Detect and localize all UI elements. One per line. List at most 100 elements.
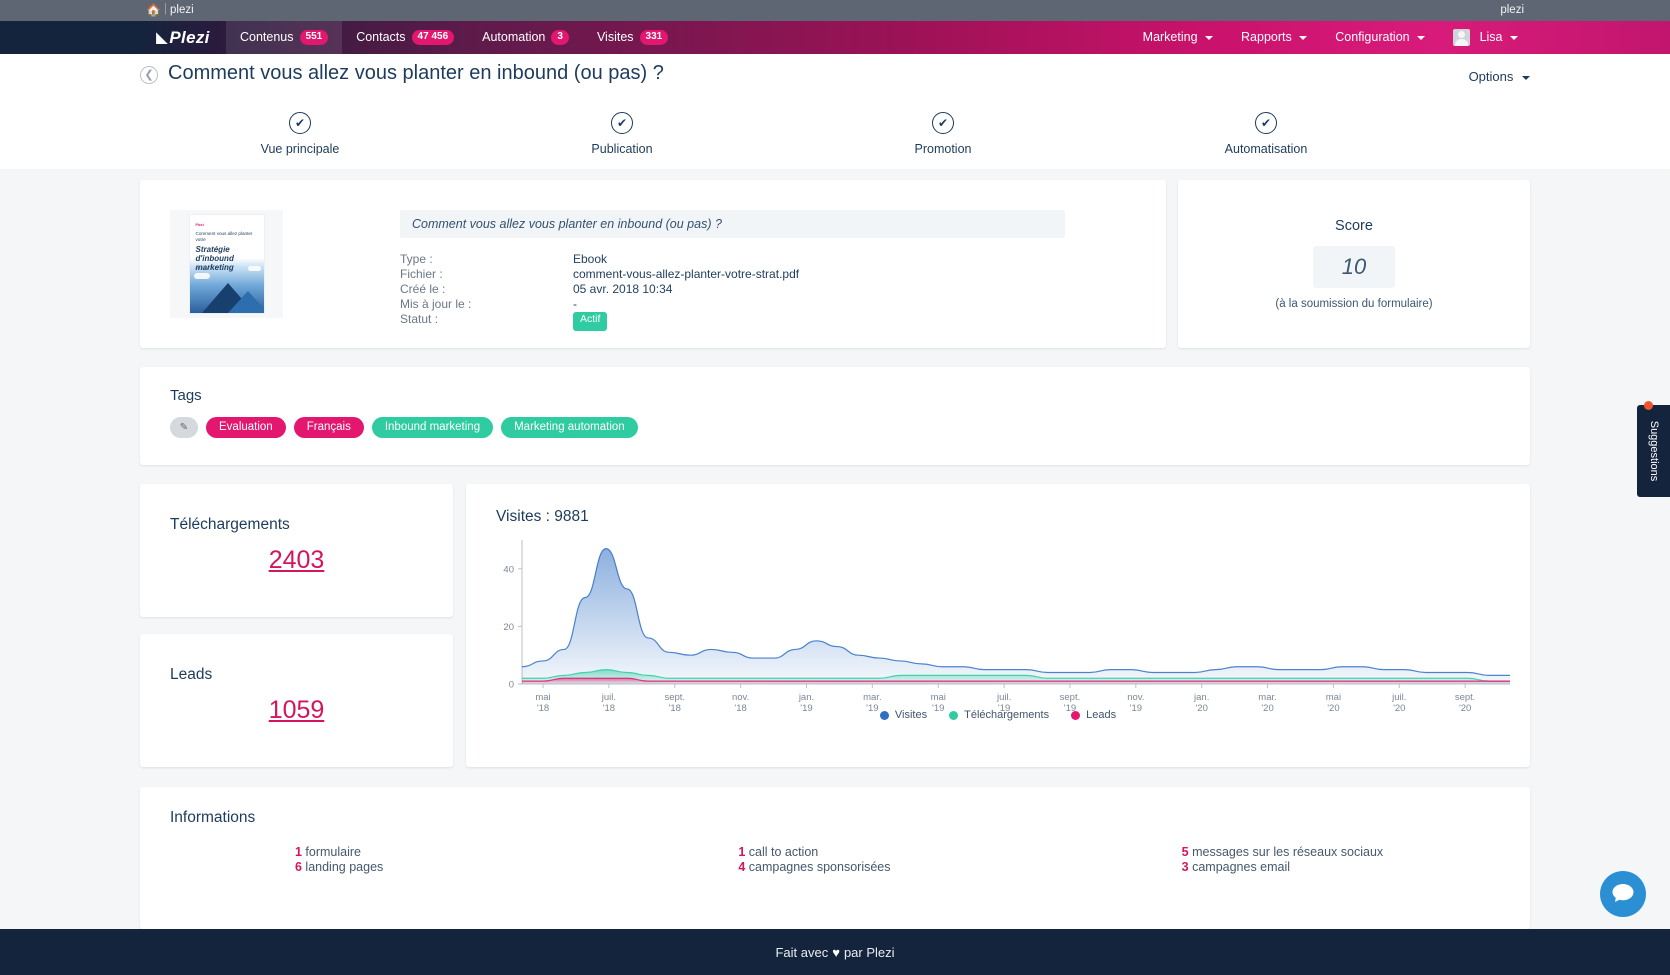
svg-text:sept.: sept. [1060, 692, 1081, 703]
nav-badge-contacts: 47 456 [411, 30, 455, 45]
chat-icon [1612, 884, 1634, 902]
suggestions-tab[interactable]: Suggestions [1637, 401, 1670, 497]
page-header: ❮ Comment vous allez vous planter en inb… [0, 54, 1670, 100]
nav-item-contacts[interactable]: Contacts 47 456 [342, 21, 468, 54]
score-title: Score [1335, 218, 1373, 234]
step-automatisation[interactable]: ✔ Automatisation [1166, 112, 1366, 156]
tags-card: Tags ✎ Evaluation Français Inbound marke… [140, 367, 1530, 465]
svg-text:juil.: juil. [1391, 692, 1406, 703]
avatar [1453, 29, 1471, 47]
nav-menu-configuration[interactable]: Configuration [1323, 21, 1437, 54]
page-footer: Fait avec ♥ par Plezi [0, 929, 1670, 975]
info-line: 5 messages sur les réseaux sociaux [1182, 845, 1500, 860]
user-menu[interactable]: Lisa [1441, 21, 1530, 54]
options-dropdown[interactable]: Options [1469, 69, 1530, 84]
legend-label: Téléchargements [964, 709, 1050, 721]
meta-row-mis-a-jour: Mis à jour le : - [400, 297, 799, 312]
downloads-card: Téléchargements 2403 [140, 484, 453, 617]
meta-row-statut: Statut : Actif [400, 312, 799, 331]
meta-value-file-link[interactable]: comment-vous-allez-planter-votre-strat.p… [573, 267, 799, 282]
chat-launcher-button[interactable] [1600, 871, 1646, 917]
meta-key: Créé le : [400, 282, 446, 296]
options-label: Options [1468, 69, 1514, 84]
score-card: Score 10 (à la soumission du formulaire) [1178, 180, 1530, 348]
meta-value: - [573, 297, 577, 311]
svg-text:mai: mai [535, 692, 550, 703]
meta-key: Mis à jour le : [400, 297, 472, 311]
svg-text:40: 40 [503, 564, 514, 575]
home-icon[interactable]: 🏠 [146, 3, 161, 17]
info-line: 4 campagnes sponsorisées [738, 860, 1056, 875]
page-title: Comment vous allez vous planter en inbou… [168, 62, 664, 84]
legend-item-telechargements[interactable]: Téléchargements [949, 709, 1049, 721]
cover-brand: Plezi [195, 223, 204, 227]
step-label: Automatisation [1224, 142, 1308, 156]
info-text: formulaire [301, 845, 361, 859]
nav-menu-label: Marketing [1142, 30, 1198, 44]
nav-item-contenus[interactable]: Contenus 551 [226, 21, 343, 54]
meta-key: Statut : [400, 312, 439, 326]
nav-menu-marketing[interactable]: Marketing [1131, 21, 1225, 54]
info-text: landing pages [301, 860, 384, 874]
info-line: 3 campagnes email [1182, 860, 1500, 875]
nav-items: Contenus 551 Contacts 47 456 Automation … [226, 21, 682, 54]
content-detail-card: Plezi Comment vous allez planter votre S… [140, 180, 1166, 348]
legend-item-leads[interactable]: Leads [1071, 709, 1116, 721]
step-vue-principale[interactable]: ✔ Vue principale [200, 112, 400, 156]
chart-plot-area: 0 20 40 mai '18 juil. '18 sept. '18 nov. '18 jan. '1… [480, 534, 1516, 724]
step-label: Promotion [914, 142, 972, 156]
tag-francais[interactable]: Français [293, 417, 364, 438]
nav-badge-contenus: 551 [299, 30, 329, 45]
meta-row-cree-le: Créé le : 05 avr. 2018 10:34 [400, 282, 799, 297]
informations-card: Informations 1 formulaire 6 landing page… [140, 787, 1530, 929]
downloads-value[interactable]: 2403 [140, 546, 453, 575]
info-count: 1 [295, 845, 302, 859]
svg-text:mai: mai [1326, 692, 1341, 703]
tag-evaluation[interactable]: Evaluation [206, 417, 286, 438]
info-line: 6 landing pages [295, 860, 613, 875]
score-value[interactable]: 10 [1313, 246, 1395, 288]
step-navigation: ✔ Vue principale ✔ Publication ✔ Promoti… [0, 100, 1670, 269]
svg-text:jan.: jan. [798, 692, 814, 703]
nav-badge-automation: 3 [551, 30, 569, 45]
cloud-icon [193, 273, 210, 279]
step-publication[interactable]: ✔ Publication [522, 112, 722, 156]
edit-icon[interactable]: ✎ [170, 417, 198, 438]
area-chart[interactable]: 02040mai'18juil.'18sept.'18nov.'18jan.'1… [480, 534, 1516, 724]
cover-line3: ou pas ... [195, 265, 212, 270]
chevron-down-icon [1417, 35, 1426, 40]
nav-item-visites[interactable]: Visites 331 [583, 21, 682, 54]
logo-mark-icon: ◣ [156, 29, 168, 45]
info-text: messages sur les réseaux sociaux [1188, 845, 1384, 859]
svg-text:mar.: mar. [863, 692, 881, 703]
status-badge: Actif [573, 312, 608, 331]
info-column-1: 1 formulaire 6 landing pages [170, 845, 613, 875]
step-promotion[interactable]: ✔ Promotion [843, 112, 1043, 156]
utility-bar: 🏠 | plezi plezi [0, 0, 1670, 21]
account-name: plezi [170, 4, 194, 16]
chevron-down-icon [1299, 35, 1308, 40]
step-check-icon: ✔ [1255, 112, 1277, 134]
tag-marketing-automation[interactable]: Marketing automation [501, 417, 638, 438]
nav-item-automation[interactable]: Automation 3 [468, 21, 583, 54]
main-navbar: ◣ Plezi Contenus 551 Contacts 47 456 Aut… [0, 21, 1670, 54]
svg-text:sept.: sept. [664, 692, 685, 703]
nav-menu-rapports[interactable]: Rapports [1229, 21, 1319, 54]
meta-key: Type : [400, 252, 433, 266]
leads-value[interactable]: 1059 [140, 696, 453, 725]
footer-suffix: par Plezi [843, 944, 895, 960]
informations-title: Informations [170, 809, 256, 826]
content-title-field[interactable]: Comment vous allez vous planter en inbou… [400, 210, 1065, 238]
svg-text:nov.: nov. [732, 692, 749, 703]
tag-inbound-marketing[interactable]: Inbound marketing [371, 417, 494, 438]
info-column-2: 1 call to action 4 campagnes sponsorisée… [613, 845, 1056, 875]
cloud-icon [247, 266, 261, 271]
app-page: 🏠 | plezi plezi ◣ Plezi Contenus 551 Con… [0, 0, 1670, 975]
account-name-right: plezi [1500, 4, 1524, 16]
plezi-logo[interactable]: ◣ Plezi [140, 21, 226, 54]
back-button[interactable]: ❮ [140, 66, 158, 84]
info-count: 5 [1181, 845, 1189, 859]
tags-title: Tags [170, 387, 202, 404]
cover-line1: Comment vous allez planter votre [195, 231, 253, 242]
legend-item-visites[interactable]: Visites [879, 709, 927, 721]
